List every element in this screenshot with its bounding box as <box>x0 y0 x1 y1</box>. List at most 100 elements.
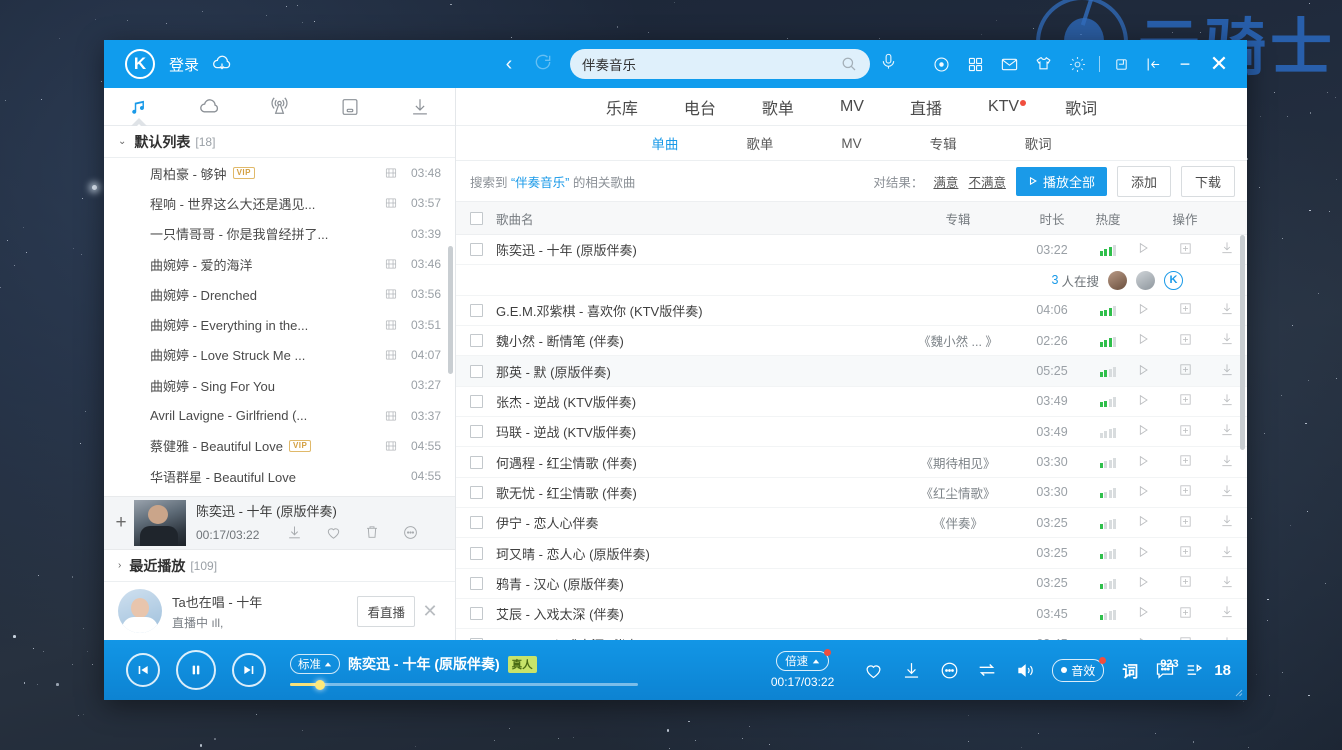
plus-icon[interactable]: + <box>112 512 130 534</box>
download-icon[interactable] <box>1219 301 1235 320</box>
previous-track-button[interactable] <box>126 653 160 687</box>
add-button[interactable]: 添加 <box>1116 165 1171 197</box>
list-item[interactable]: 华语群星 - Beautiful Love 04:55 <box>104 461 455 491</box>
tab-歌词[interactable]: 歌词 <box>1042 95 1120 119</box>
sidebar-tab-device[interactable] <box>315 88 385 125</box>
mv-icon[interactable] <box>383 287 399 301</box>
download-icon[interactable] <box>1219 422 1235 441</box>
mv-icon[interactable] <box>383 318 399 332</box>
add-to-list-icon[interactable] <box>1178 453 1193 471</box>
row-checkbox[interactable] <box>456 455 496 469</box>
sidebar-tab-music[interactable] <box>104 88 174 131</box>
lyrics-button[interactable]: 词 <box>1122 658 1138 682</box>
row-checkbox[interactable] <box>456 243 496 257</box>
play-pause-button[interactable] <box>176 650 216 690</box>
add-to-list-icon[interactable] <box>1178 301 1193 319</box>
table-row[interactable]: 何遇程 - 红尘情歌 (伴奏) 《期待相见》 03:30 <box>456 447 1247 478</box>
play-icon[interactable] <box>1135 453 1151 472</box>
exit-icon[interactable] <box>1137 49 1169 79</box>
add-to-list-icon[interactable] <box>1178 332 1193 350</box>
download-icon[interactable] <box>1219 483 1235 502</box>
avatar[interactable] <box>1108 270 1127 290</box>
play-all-button[interactable]: 播放全部 <box>1015 166 1107 196</box>
sidebar-tab-radio[interactable] <box>244 88 314 125</box>
progress-knob[interactable] <box>314 679 325 690</box>
trash-icon[interactable] <box>364 524 380 545</box>
play-icon[interactable] <box>1135 240 1151 259</box>
table-row[interactable]: 珂又晴 - 恋人心 (原版伴奏) 03:25 <box>456 538 1247 569</box>
sidebar-song-list[interactable]: 周柏豪 - 够钟 VIP 03:48 程响 - 世界这么大还是遇见... 03:… <box>104 158 455 496</box>
close-button[interactable]: ✕ <box>1201 49 1237 79</box>
table-row[interactable]: 鸦青 - 汉心 (原版伴奏) 03:25 <box>456 569 1247 600</box>
heart-icon[interactable] <box>854 660 892 681</box>
table-row[interactable]: Bandari - 入戏太深 (伴奏) 03:45 <box>456 629 1247 640</box>
more-icon[interactable] <box>930 660 968 681</box>
volume-icon[interactable] <box>1006 660 1044 681</box>
download-icon[interactable] <box>1219 362 1235 381</box>
resize-grip-icon[interactable] <box>1233 687 1243 697</box>
sidebar-now-playing-row[interactable]: + 陈奕迅 - 十年 (原版伴奏) 00:17/03:22 <box>104 496 455 550</box>
live-promo-banner[interactable]: Ta也在唱 - 十年 直播中 ıll, 看直播 ✕ <box>104 582 455 640</box>
play-icon[interactable] <box>1135 513 1151 532</box>
list-item[interactable]: 曲婉婷 - Everything in the... 03:51 <box>104 309 455 339</box>
speed-button[interactable]: 倍速 <box>776 649 832 671</box>
microphone-icon[interactable] <box>870 52 906 76</box>
mv-icon[interactable] <box>383 409 399 423</box>
playlist-queue-icon[interactable] <box>1182 659 1208 681</box>
satisfied-link[interactable]: 满意 <box>933 172 958 191</box>
table-row[interactable]: 陈奕迅 - 十年 (原版伴奏) 03:22 <box>456 235 1247 266</box>
subtab-MV[interactable]: MV <box>807 136 895 151</box>
subtab-专辑[interactable]: 专辑 <box>896 133 991 153</box>
heart-icon[interactable] <box>325 524 342 546</box>
list-item[interactable]: Avril Lavigne - Girlfriend (... 03:37 <box>104 400 455 430</box>
repeat-icon[interactable] <box>968 659 1006 681</box>
row-checkbox[interactable] <box>456 425 496 439</box>
list-item[interactable]: 曲婉婷 - Love Struck Me ... 04:07 <box>104 340 455 370</box>
sidebar-scrollbar[interactable] <box>448 246 453 374</box>
subtab-歌单[interactable]: 歌单 <box>712 133 807 153</box>
mv-icon[interactable] <box>383 196 399 210</box>
avatar[interactable] <box>1136 270 1155 290</box>
add-to-list-icon[interactable] <box>1178 605 1193 623</box>
tab-KTV[interactable]: KTV <box>965 98 1042 116</box>
row-checkbox[interactable] <box>456 546 496 560</box>
add-to-list-icon[interactable] <box>1178 514 1193 532</box>
search-icon[interactable] <box>840 55 858 73</box>
row-checkbox[interactable] <box>456 485 496 499</box>
download-icon[interactable] <box>286 524 303 546</box>
add-to-list-icon[interactable] <box>1178 423 1193 441</box>
mail-icon[interactable] <box>992 49 1026 79</box>
next-track-button[interactable] <box>232 653 266 687</box>
row-checkbox[interactable] <box>456 516 496 530</box>
mv-icon[interactable] <box>383 166 399 180</box>
play-icon[interactable] <box>1135 544 1151 563</box>
search-results-table[interactable]: 陈奕迅 - 十年 (原版伴奏) 03:22 3 人在搜 K G.E.M.邓紫棋 … <box>456 235 1247 640</box>
table-row[interactable]: 张杰 - 逆战 (KTV版伴奏) 03:49 <box>456 387 1247 418</box>
row-checkbox[interactable] <box>456 576 496 590</box>
back-button[interactable]: ‹ <box>492 53 526 76</box>
table-row[interactable]: 那英 - 默 (原版伴奏) 05:25 <box>456 356 1247 387</box>
mv-icon[interactable] <box>383 257 399 271</box>
more-icon[interactable] <box>402 524 419 546</box>
download-icon[interactable] <box>892 660 930 681</box>
mv-icon[interactable] <box>383 439 399 453</box>
tab-电台[interactable]: 电台 <box>661 95 739 119</box>
download-icon[interactable] <box>1219 604 1235 623</box>
search-input[interactable] <box>582 56 840 72</box>
list-item[interactable]: 程响 - 世界这么大还是遇见... 03:57 <box>104 188 455 218</box>
download-icon[interactable] <box>1219 240 1235 259</box>
row-checkbox[interactable] <box>456 607 496 621</box>
tab-乐库[interactable]: 乐库 <box>583 95 661 119</box>
tab-MV[interactable]: MV <box>817 98 887 116</box>
list-item[interactable]: 曲婉婷 - Drenched 03:56 <box>104 279 455 309</box>
unsatisfied-link[interactable]: 不满意 <box>968 172 1006 191</box>
row-checkbox[interactable] <box>456 334 496 348</box>
settings-icon[interactable] <box>1060 49 1094 79</box>
sidebar-tab-download[interactable] <box>385 88 455 125</box>
recent-group-header[interactable]: › 最近播放 [109] <box>104 550 455 582</box>
playlist-group-header[interactable]: ⌄ 默认列表 [18] <box>104 126 455 158</box>
tab-直播[interactable]: 直播 <box>887 95 965 119</box>
table-row[interactable]: 歌无忧 - 红尘情歌 (伴奏) 《红尘情歌》 03:30 <box>456 478 1247 509</box>
download-icon[interactable] <box>1219 544 1235 563</box>
kugou-avatar[interactable]: K <box>1164 270 1183 290</box>
